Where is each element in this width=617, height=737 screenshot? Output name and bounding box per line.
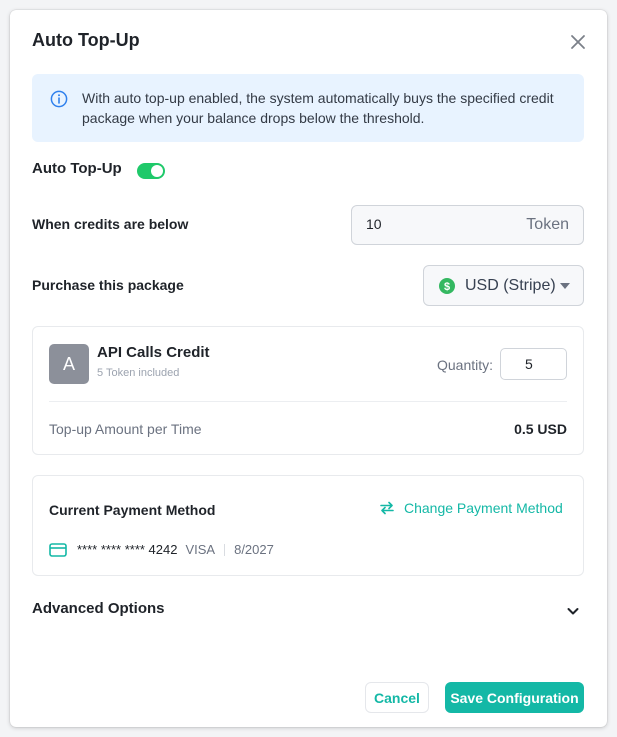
quantity-input[interactable] [500, 348, 567, 380]
amount-value: 0.5 USD [514, 421, 567, 437]
chevron-down-icon [567, 608, 579, 615]
auto-topup-label: Auto Top-Up [32, 160, 122, 177]
info-banner: With auto top-up enabled, the system aut… [32, 74, 584, 142]
package-avatar: A [49, 344, 89, 384]
card-expiry: 8/2027 [234, 542, 274, 557]
threshold-unit: Token [526, 216, 569, 233]
info-text: With auto top-up enabled, the system aut… [82, 90, 554, 126]
currency-select[interactable]: $ USD (Stripe) [423, 265, 584, 306]
advanced-options-label: Advanced Options [32, 600, 165, 617]
change-payment-link[interactable]: Change Payment Method [379, 500, 563, 516]
dollar-icon: $ [439, 278, 455, 294]
payment-title: Current Payment Method [49, 502, 216, 518]
threshold-label: When credits are below [32, 216, 189, 232]
info-icon [50, 90, 68, 108]
amount-label: Top-up Amount per Time [49, 421, 202, 437]
dialog-title: Auto Top-Up [32, 30, 140, 50]
advanced-options-toggle[interactable]: Advanced Options [32, 600, 584, 624]
toggle-knob [151, 165, 163, 177]
card-number: **** **** **** 4242 [77, 542, 178, 557]
package-select-label: Purchase this package [32, 277, 184, 293]
caret-down-icon [560, 283, 570, 289]
package-included: 5 Token included [97, 367, 180, 379]
cancel-button[interactable]: Cancel [365, 682, 429, 713]
currency-value: USD (Stripe) [465, 277, 556, 294]
package-name: API Calls Credit [97, 344, 210, 361]
change-payment-label: Change Payment Method [404, 500, 563, 516]
threshold-input[interactable] [366, 216, 506, 232]
close-button[interactable] [568, 32, 588, 52]
threshold-field[interactable]: Token [351, 205, 584, 245]
quantity-label: Quantity: [437, 357, 494, 373]
card-brand: VISA [185, 542, 216, 557]
card-details: **** **** **** 4242 VISA 8/2027 [49, 542, 274, 557]
auto-topup-dialog: Auto Top-Up With auto top-up enabled, th… [10, 10, 607, 727]
auto-topup-toggle[interactable] [137, 163, 165, 179]
separator [224, 543, 226, 556]
close-icon [571, 35, 585, 49]
payment-card: Current Payment Method Change Payment Me… [32, 475, 584, 576]
svg-text:$: $ [444, 281, 450, 293]
save-configuration-button[interactable]: Save Configuration [445, 682, 584, 713]
divider [49, 401, 567, 402]
credit-card-icon [49, 542, 67, 557]
swap-icon [380, 501, 394, 515]
package-card: A API Calls Credit 5 Token included Quan… [32, 326, 584, 455]
